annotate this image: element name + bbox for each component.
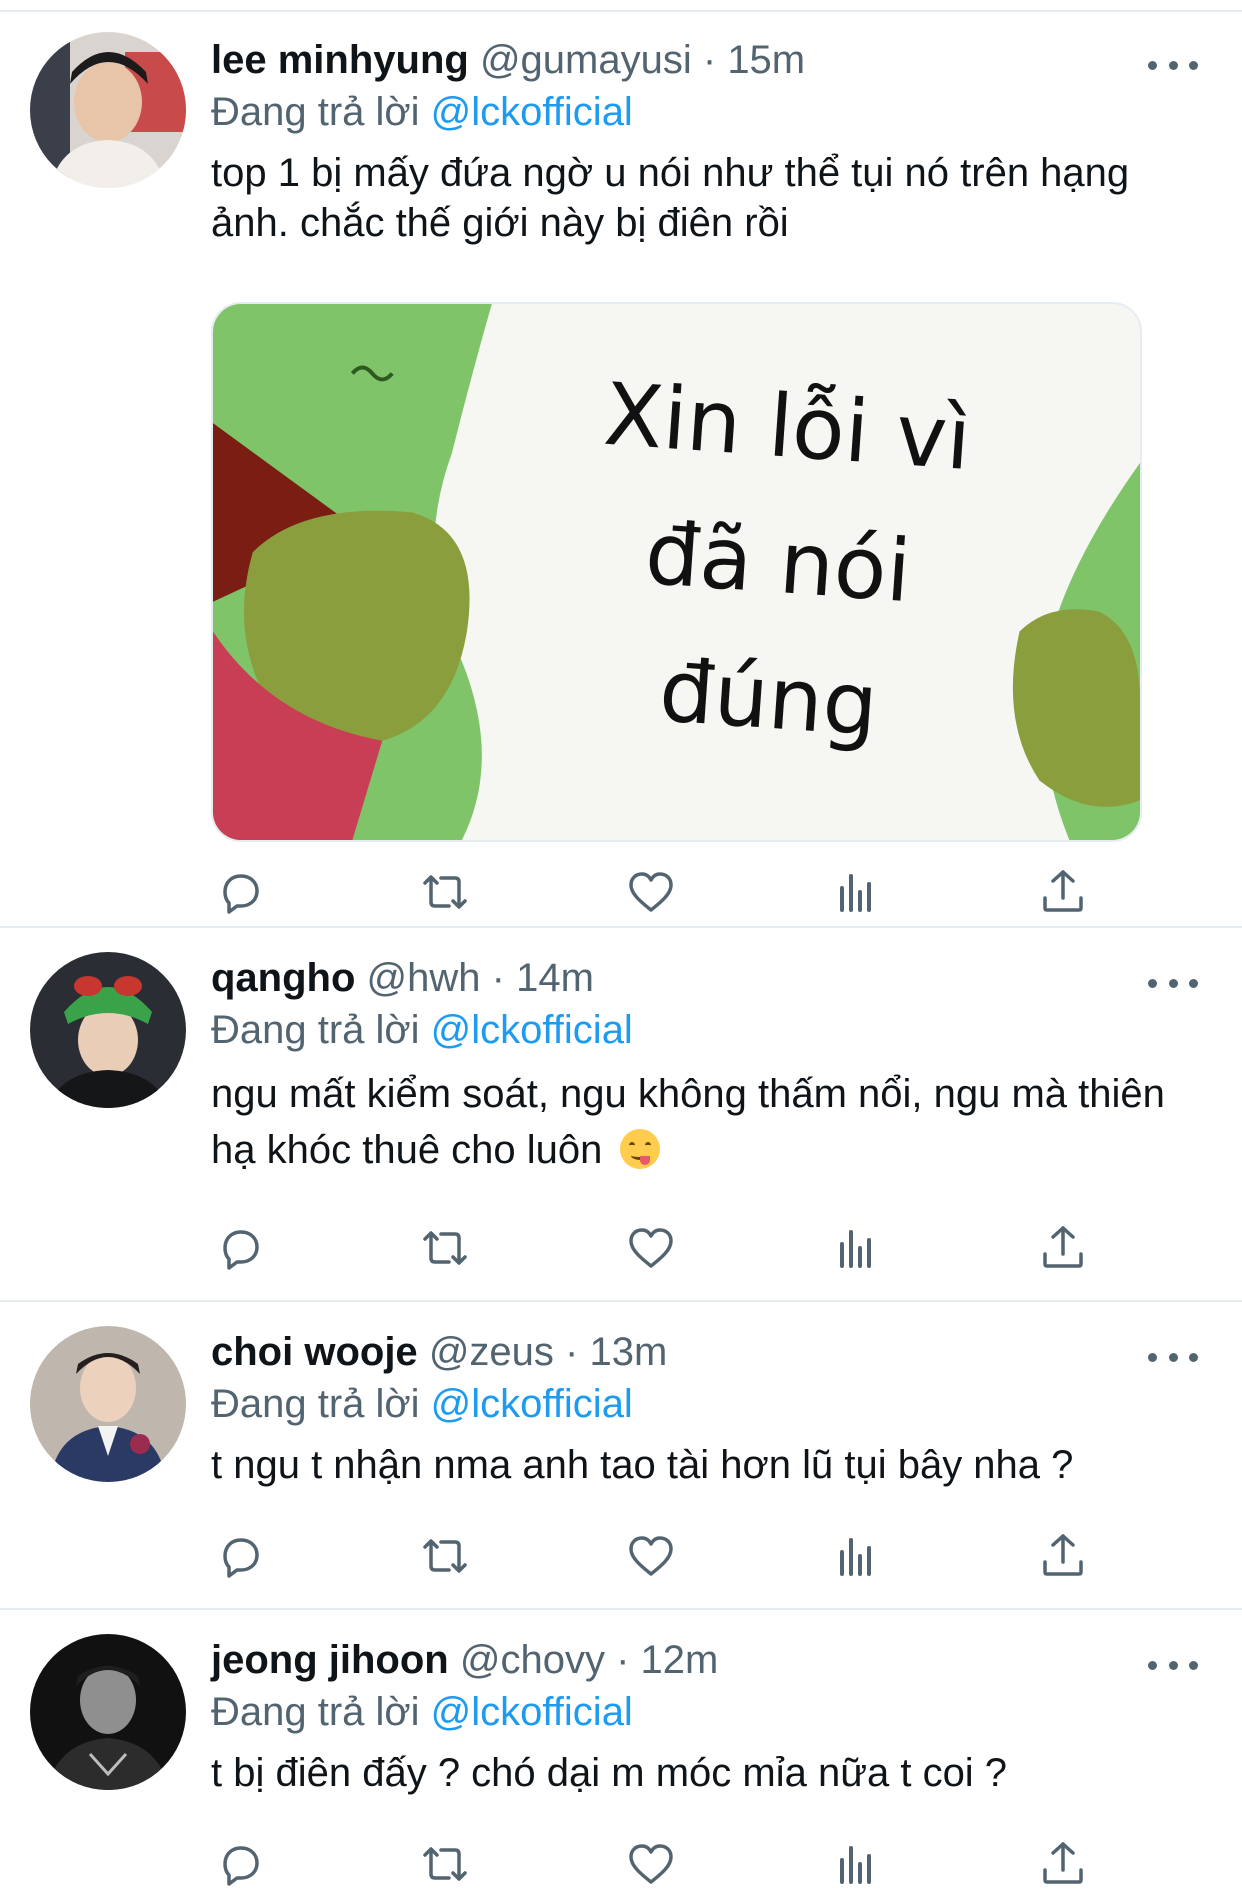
meme-caption: Xin lỗi vì đã nói đúng — [554, 345, 1001, 781]
avatar[interactable] — [30, 1326, 186, 1482]
display-name[interactable]: qangho — [211, 956, 355, 1000]
analytics-icon[interactable] — [829, 864, 885, 920]
analytics-icon[interactable] — [829, 1220, 885, 1276]
reply-mention-link[interactable]: @lckofficial — [431, 90, 633, 134]
yum-emoji-icon — [619, 1129, 660, 1169]
more-icon[interactable] — [1148, 1342, 1198, 1372]
timestamp[interactable]: 14m — [516, 956, 594, 1000]
analytics-icon[interactable] — [829, 1528, 885, 1584]
separator-dot: · — [616, 1638, 630, 1682]
share-icon[interactable] — [1035, 864, 1091, 920]
share-icon[interactable] — [1035, 1220, 1091, 1276]
meme-line-3: đúng — [656, 641, 881, 757]
reply-icon[interactable] — [211, 1528, 267, 1584]
tweet-actions — [211, 1836, 1091, 1892]
avatar[interactable] — [30, 1634, 186, 1790]
like-icon[interactable] — [623, 1528, 679, 1584]
tweet-chovy[interactable]: jeong jihoon @chovy · 12m Đang trả lời @… — [0, 1612, 1242, 1903]
separator-dot: · — [565, 1330, 579, 1374]
like-icon[interactable] — [623, 864, 679, 920]
user-handle[interactable]: @chovy — [460, 1638, 605, 1682]
more-icon[interactable] — [1148, 1650, 1198, 1680]
tweet-actions — [211, 1528, 1091, 1584]
retweet-icon[interactable] — [417, 1528, 473, 1584]
user-handle[interactable]: @hwh — [367, 956, 481, 1000]
like-icon[interactable] — [623, 1220, 679, 1276]
separator-dot: · — [702, 38, 717, 82]
replying-to-label: Đang trả lời — [211, 1382, 420, 1426]
tweet-gumayusi[interactable]: lee minhyung @gumayusi · 15m Đang trả lờ… — [0, 14, 1242, 928]
retweet-icon[interactable] — [417, 864, 473, 920]
timestamp[interactable]: 13m — [590, 1330, 668, 1374]
user-handle[interactable]: @gumayusi — [480, 38, 692, 82]
retweet-icon[interactable] — [417, 1836, 473, 1892]
tweet-zeus[interactable]: choi wooje @zeus · 13m Đang trả lời @lck… — [0, 1304, 1242, 1610]
tweet-actions — [211, 1220, 1091, 1276]
reply-icon[interactable] — [211, 864, 267, 920]
avatar[interactable] — [30, 32, 186, 188]
avatar[interactable] — [30, 952, 186, 1108]
separator-dot: · — [491, 956, 505, 1000]
top-divider — [0, 0, 1242, 12]
tweet-text: t ngu t nhận nma anh tao tài hơn lũ tụi … — [211, 1443, 1074, 1487]
display-name[interactable]: lee minhyung — [211, 38, 469, 82]
tweet-text: top 1 bị mấy đứa ngờ u nói như thể tụi n… — [211, 151, 1130, 245]
reply-icon[interactable] — [211, 1836, 267, 1892]
tweet-media-image[interactable]: Xin lỗi vì đã nói đúng — [211, 302, 1142, 842]
analytics-icon[interactable] — [829, 1836, 885, 1892]
retweet-icon[interactable] — [417, 1220, 473, 1276]
display-name[interactable]: jeong jihoon — [211, 1638, 449, 1682]
more-icon[interactable] — [1148, 968, 1198, 998]
user-handle[interactable]: @zeus — [429, 1330, 554, 1374]
timestamp[interactable]: 15m — [727, 38, 805, 82]
share-icon[interactable] — [1035, 1528, 1091, 1584]
timestamp[interactable]: 12m — [641, 1638, 719, 1682]
share-icon[interactable] — [1035, 1836, 1091, 1892]
reply-mention-link[interactable]: @lckofficial — [431, 1382, 633, 1426]
tweet-text: t bị điên đấy ? chó dại m móc mỉa nữa t … — [211, 1751, 1008, 1795]
replying-to-label: Đang trả lời — [211, 1008, 420, 1052]
reply-mention-link[interactable]: @lckofficial — [431, 1690, 633, 1734]
reply-icon[interactable] — [211, 1220, 267, 1276]
reply-mention-link[interactable]: @lckofficial — [431, 1008, 633, 1052]
display-name[interactable]: choi wooje — [211, 1330, 418, 1374]
meme-line-1: Xin lỗi vì — [600, 364, 975, 491]
replying-to-label: Đang trả lời — [211, 1690, 420, 1734]
tweet-hwh[interactable]: qangho @hwh · 14m Đang trả lời @lckoffic… — [0, 930, 1242, 1302]
tweet-actions — [211, 864, 1091, 920]
tweet-text-container: ngu mất kiểm soát, ngu không thấm nổi, n… — [211, 1066, 1192, 1178]
more-icon[interactable] — [1148, 50, 1198, 80]
replying-to-label: Đang trả lời — [211, 90, 420, 134]
tweet-text: ngu mất kiểm soát, ngu không thấm nổi, n… — [211, 1072, 1165, 1172]
like-icon[interactable] — [623, 1836, 679, 1892]
